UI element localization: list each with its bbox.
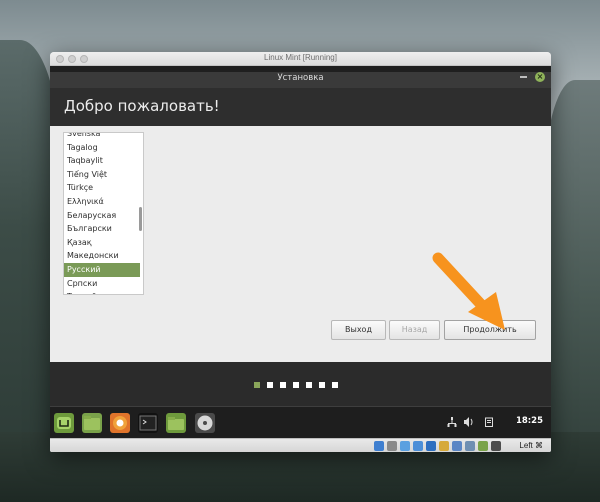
terminal-icon[interactable] <box>138 413 158 433</box>
progress-dot <box>280 382 286 388</box>
vbox-window-title: Linux Mint [Running] <box>264 53 337 62</box>
progress-dot <box>306 382 312 388</box>
progress-dot <box>254 382 260 388</box>
language-list[interactable]: Svenska Tagalog Taqbaylit Tiếng Việt Türkçe Ε… <box>63 132 144 295</box>
installer-header: Добро пожаловать! <box>50 88 551 126</box>
taskbar-panel: 18:25 <box>50 406 551 438</box>
host-key-label[interactable]: Left ⌘ <box>519 441 543 450</box>
hdd-status-icon[interactable] <box>374 441 384 451</box>
disc-icon[interactable] <box>195 413 215 433</box>
usb-status-icon[interactable] <box>426 441 436 451</box>
installer-titlebar: Установка × <box>50 66 551 88</box>
orange-arrow-annotation <box>432 252 505 330</box>
progress-dots-bar <box>50 362 551 406</box>
progress-dot <box>267 382 273 388</box>
language-list-item[interactable]: Ελληνικά <box>64 195 140 209</box>
language-list-item[interactable]: Беларуская <box>64 209 140 223</box>
language-list-item[interactable]: Български <box>64 222 140 236</box>
language-list-item[interactable]: Қазақ <box>64 236 140 250</box>
firefox-icon[interactable] <box>110 413 130 433</box>
optical-status-icon[interactable] <box>387 441 397 451</box>
page-title: Добро пожаловать! <box>64 97 220 115</box>
mouse-status-icon[interactable] <box>478 441 488 451</box>
language-list-item[interactable]: Taqbaylit <box>64 154 140 168</box>
language-list-item[interactable]: Tagalog <box>64 141 140 155</box>
shared-folders-status-icon[interactable] <box>439 441 449 451</box>
recording-status-icon[interactable] <box>465 441 475 451</box>
language-list-item[interactable]: Русский <box>64 262 140 277</box>
folder-icon[interactable] <box>166 413 186 433</box>
audio-status-icon[interactable] <box>400 441 410 451</box>
language-list-item[interactable]: Svenska <box>64 133 140 141</box>
progress-dot <box>332 382 338 388</box>
progress-dot <box>319 382 325 388</box>
language-list-item[interactable]: Точикӣ <box>64 290 140 294</box>
panel-clock[interactable]: 18:25 <box>516 416 543 426</box>
display-status-icon[interactable] <box>452 441 462 451</box>
close-icon[interactable]: × <box>535 72 545 82</box>
language-list-item[interactable]: Tiếng Việt <box>64 168 140 182</box>
vbox-titlebar: Linux Mint [Running] <box>50 52 551 66</box>
language-list-scrollbar[interactable] <box>139 207 142 231</box>
network-status-icon[interactable] <box>413 441 423 451</box>
progress-dot <box>293 382 299 388</box>
clipboard-icon[interactable] <box>485 417 493 430</box>
installer-window-title: Установка <box>277 73 324 83</box>
language-list-item[interactable]: Српски <box>64 277 140 291</box>
quit-button[interactable]: Выход <box>331 320 386 340</box>
mint-menu-icon[interactable] <box>54 413 74 433</box>
language-list-item[interactable]: Македонски <box>64 249 140 263</box>
network-icon[interactable] <box>447 417 457 430</box>
files-icon[interactable] <box>82 413 102 433</box>
language-list-item[interactable]: Türkçe <box>64 181 140 195</box>
vbox-statusbar: Left ⌘ <box>50 438 551 452</box>
volume-icon[interactable] <box>464 417 475 430</box>
minimize-icon[interactable] <box>520 76 527 78</box>
keyboard-status-icon[interactable] <box>491 441 501 451</box>
